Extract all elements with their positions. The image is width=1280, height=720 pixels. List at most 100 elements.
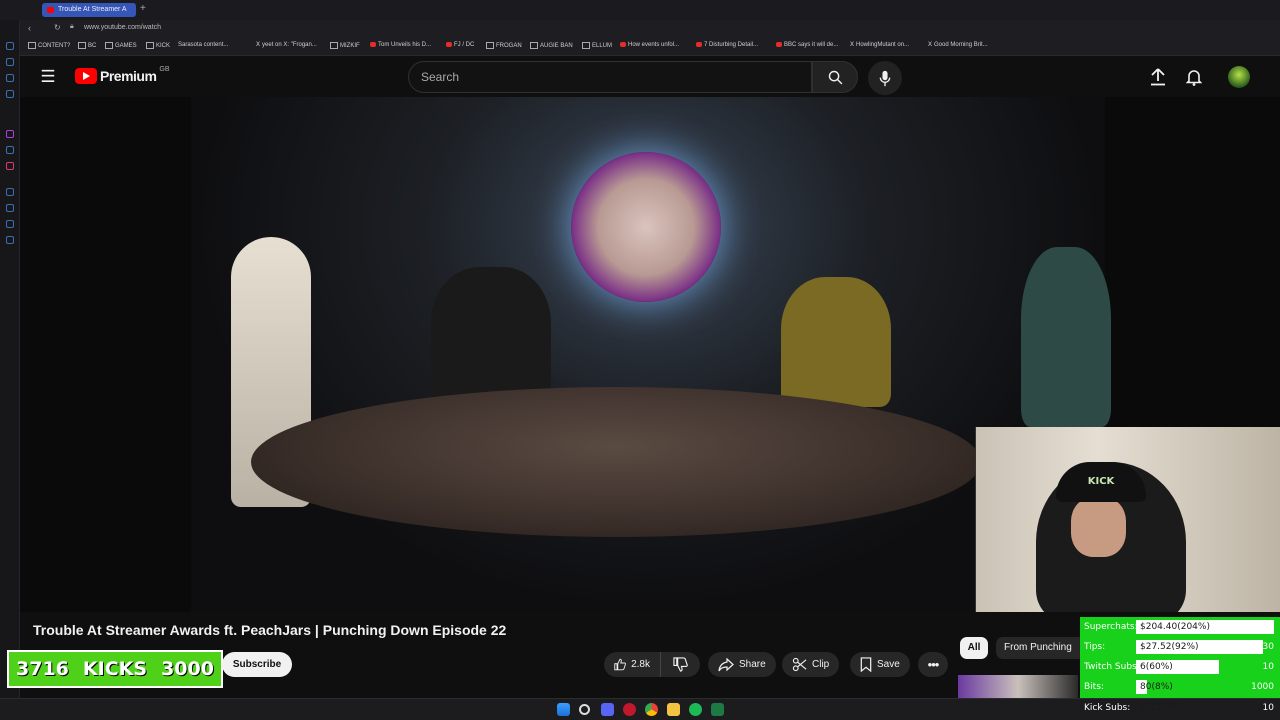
kicks-label: KICKS — [82, 658, 148, 680]
share-button[interactable]: Share — [708, 652, 776, 677]
tab-title: Trouble At Streamer A — [58, 6, 127, 13]
youtube-play-icon — [75, 68, 97, 84]
bookmark-item[interactable]: ELLUM — [582, 42, 612, 49]
kicks-goal: 3000 — [161, 658, 214, 680]
goal-label: Kick Subs: — [1084, 703, 1131, 713]
save-button[interactable]: Save — [850, 652, 910, 677]
notifications-button[interactable] — [1184, 67, 1204, 87]
sidebar-app-icon[interactable] — [6, 58, 14, 66]
sidebar-app-icon[interactable] — [6, 42, 14, 50]
premium-logo-text: Premium — [100, 68, 157, 84]
save-label: Save — [877, 659, 900, 670]
settings-sidebar-icon[interactable] — [6, 236, 14, 244]
instagram-sidebar-icon[interactable] — [6, 162, 14, 170]
bell-icon — [1186, 70, 1202, 86]
bookmark-icon — [860, 657, 872, 672]
opera-icon[interactable] — [623, 703, 636, 716]
more-actions-button[interactable]: ••• — [918, 652, 948, 677]
bookmark-item[interactable]: How events unfol... — [620, 42, 679, 48]
goal-target: 10 — [1262, 662, 1274, 672]
kicks-current: 3716 — [16, 658, 69, 680]
chip-all[interactable]: All — [960, 637, 988, 659]
search-input[interactable]: Search — [408, 61, 812, 93]
browser-sidebar — [0, 20, 20, 700]
search-button[interactable] — [812, 61, 858, 93]
youtube-logo[interactable]: Premium GB — [75, 65, 170, 84]
file-explorer-icon[interactable] — [667, 703, 680, 716]
bookmark-item[interactable]: Sarasota content... — [178, 42, 228, 48]
goal-label: Twitch Subs: — [1084, 662, 1140, 672]
bookmark-item[interactable]: FJ / DC — [446, 42, 474, 48]
new-tab-icon[interactable]: + — [140, 3, 146, 14]
sidebar-app-icon[interactable] — [6, 74, 14, 82]
bookmark-item[interactable]: yeet on X: "Frogan... — [256, 42, 317, 48]
bookmark-item[interactable]: FROGAN — [486, 42, 522, 49]
goal-row-bits: Bits: 80(8%) 1000 — [1084, 678, 1278, 696]
goal-label: Tips: — [1084, 642, 1106, 652]
streamer-face — [1071, 497, 1126, 557]
search-icon — [828, 70, 842, 84]
back-icon[interactable]: ‹ — [28, 23, 31, 33]
bookmark-item[interactable]: HowlingMutant on... — [850, 42, 909, 48]
video-title: Trouble At Streamer Awards ft. PeachJars… — [33, 622, 507, 638]
goal-label: Bits: — [1084, 682, 1104, 692]
streamer-cap: KICK — [1056, 462, 1146, 502]
bookmark-item[interactable]: KICK — [146, 42, 170, 49]
sidebar-app-icon[interactable] — [6, 188, 14, 196]
excel-icon[interactable] — [711, 703, 724, 716]
bookmark-item[interactable]: MIZKIF — [330, 42, 360, 49]
studio-table — [251, 387, 981, 537]
lock-icon: 🔒︎ — [70, 23, 74, 30]
browser-tab-active[interactable]: Trouble At Streamer A — [42, 3, 136, 17]
url-field[interactable]: www.youtube.com/watch — [84, 24, 161, 31]
share-label: Share — [739, 659, 766, 670]
chip-from-punching[interactable]: From Punching — [996, 637, 1086, 659]
goal-label: Superchats: — [1084, 622, 1138, 632]
bookmark-item[interactable]: CONTENT? — [28, 42, 70, 49]
voice-search-button[interactable] — [868, 61, 902, 95]
reload-icon[interactable]: ↻ — [54, 23, 61, 32]
goal-target: $30 — [1256, 642, 1274, 652]
goal-target: 1000 — [1251, 682, 1274, 692]
sidebar-app-icon[interactable] — [6, 204, 14, 212]
twitch-sidebar-icon[interactable] — [6, 130, 14, 138]
create-upload-button[interactable] — [1148, 67, 1168, 87]
messenger-sidebar-icon[interactable] — [6, 146, 14, 154]
taskbar-search-icon[interactable] — [579, 704, 590, 715]
clip-button[interactable]: Clip — [782, 652, 840, 677]
bookmark-item[interactable]: BBC says it will de... — [776, 42, 838, 48]
host-right — [1021, 247, 1111, 427]
avatar[interactable] — [1228, 66, 1250, 88]
related-video-thumbnail[interactable] — [958, 675, 1078, 698]
menu-icon[interactable]: ☰ — [38, 67, 58, 87]
thumbs-down-icon — [673, 657, 688, 672]
subscribe-button[interactable]: Subscribe — [222, 652, 292, 677]
streamer-webcam: KICK — [975, 427, 1280, 612]
bookmark-item[interactable]: BC — [78, 42, 96, 49]
bookmark-item[interactable]: GAMES — [105, 42, 137, 49]
goal-value: 27(270%) — [1140, 703, 1185, 713]
bookmark-item[interactable]: Good Morning Brit... — [928, 42, 988, 48]
like-button[interactable]: 2.8k — [604, 652, 660, 677]
goal-value: 6(60%) — [1140, 662, 1173, 672]
goal-value: 80(8%) — [1140, 682, 1173, 692]
chrome-icon[interactable] — [645, 703, 658, 716]
browser-tab-bar: Trouble At Streamer A + — [0, 0, 1280, 20]
goal-row-superchats: Superchats: $204.40(204%) $100 — [1084, 618, 1278, 636]
region-code: GB — [159, 65, 170, 73]
goal-value: $27.52(92%) — [1140, 642, 1199, 652]
sidebar-app-icon[interactable] — [6, 220, 14, 228]
microphone-icon — [879, 70, 891, 86]
bookmarks-bar: CONTENT? BC GAMES KICK Sarasota content.… — [20, 39, 1280, 56]
dislike-button[interactable] — [660, 652, 700, 677]
goal-row-tips: Tips: $27.52(92%) $30 — [1084, 638, 1278, 656]
windows-start-icon[interactable] — [557, 703, 570, 716]
spotify-icon[interactable] — [689, 703, 702, 716]
discord-icon[interactable] — [601, 703, 614, 716]
goal-value: $204.40(204%) — [1140, 622, 1210, 632]
address-bar: ‹ ↻ 🔒︎ www.youtube.com/watch — [20, 20, 1280, 39]
sidebar-app-icon[interactable] — [6, 90, 14, 98]
bookmark-item[interactable]: Tom Unveils his D... — [370, 42, 431, 48]
bookmark-item[interactable]: 7 Disturbing Detail... — [696, 42, 758, 48]
bookmark-item[interactable]: AUGIE BAN — [530, 42, 573, 49]
